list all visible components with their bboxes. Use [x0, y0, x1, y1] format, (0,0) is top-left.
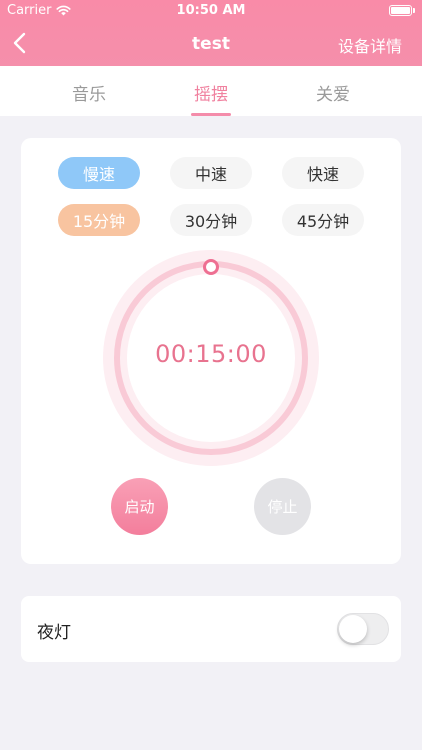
stop-button[interactable]: 停止: [254, 478, 311, 535]
speed-fast-button[interactable]: 快速: [282, 157, 364, 189]
speed-medium-button[interactable]: 中速: [170, 157, 252, 189]
duration-45-button[interactable]: 45分钟: [282, 204, 364, 236]
start-button[interactable]: 启动: [111, 478, 168, 535]
timer-display: 00:15:00: [155, 340, 267, 368]
tab-swing[interactable]: 摇摆: [171, 80, 251, 105]
swing-control-card: 慢速 中速 快速 15分钟 30分钟 45分钟 00:15:00 启动 停止: [21, 138, 401, 564]
speed-slow-button[interactable]: 慢速: [58, 157, 140, 189]
active-tab-indicator: [191, 113, 231, 116]
dial-handle: [203, 259, 219, 275]
night-light-card: 夜灯: [21, 596, 401, 662]
tab-music[interactable]: 音乐: [49, 80, 129, 105]
night-light-toggle[interactable]: [337, 613, 389, 645]
status-time: 10:50 AM: [176, 3, 246, 18]
night-light-label: 夜灯: [37, 623, 71, 643]
duration-30-button[interactable]: 30分钟: [170, 204, 252, 236]
duration-15-button[interactable]: 15分钟: [58, 204, 140, 236]
status-bar: Carrier 10:50 AM: [0, 0, 422, 22]
tab-care[interactable]: 关爱: [293, 80, 373, 105]
toggle-knob: [339, 615, 367, 643]
battery-icon: [389, 5, 415, 16]
tab-bar: 音乐 摇摆 关爱: [0, 66, 422, 116]
device-details-button[interactable]: 设备详情: [338, 33, 402, 57]
header: Carrier 10:50 AM test 设备详情: [0, 0, 422, 66]
